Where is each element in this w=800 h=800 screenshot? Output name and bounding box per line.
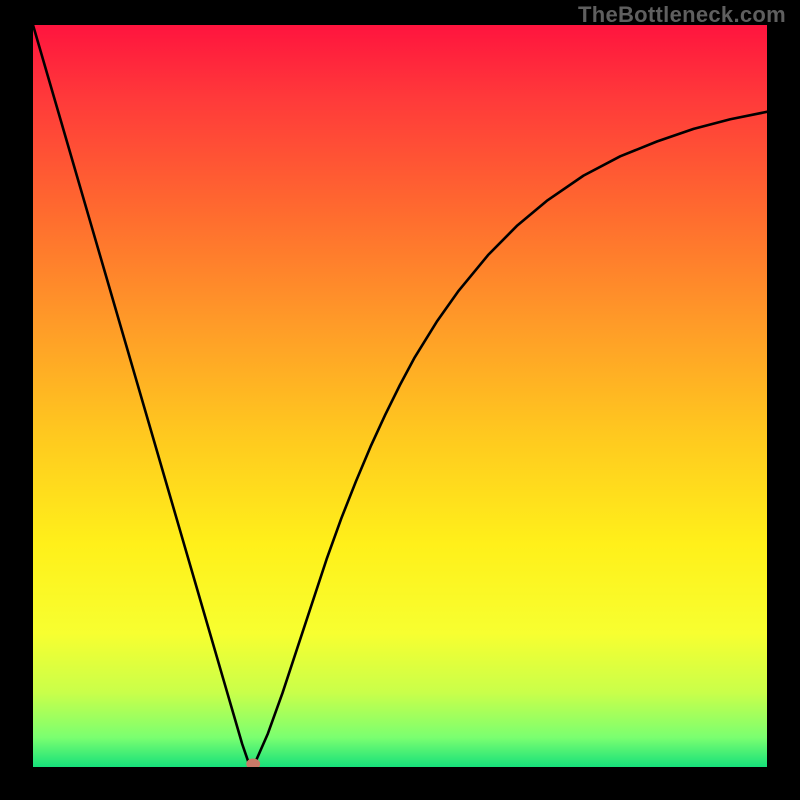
chart-frame: TheBottleneck.com: [0, 0, 800, 800]
chart-svg: [33, 25, 767, 767]
gradient-background: [33, 25, 767, 767]
plot-area: [33, 25, 767, 767]
